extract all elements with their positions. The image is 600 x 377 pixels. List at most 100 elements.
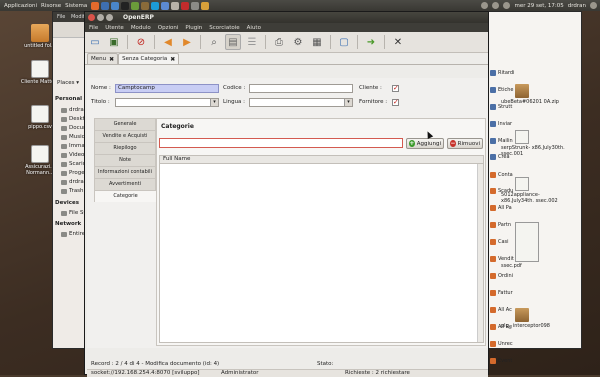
shortcut-item[interactable]: Conta xyxy=(490,172,513,178)
categorie-search-input[interactable] xyxy=(159,138,403,148)
shortcut-item[interactable]: Ordini xyxy=(490,273,513,279)
editor-icon[interactable] xyxy=(131,1,140,10)
tab-vendite-acquisti[interactable]: Vendite e Acquisti xyxy=(94,130,156,142)
menu-scorciatoie[interactable]: Scorciatoie xyxy=(209,25,239,31)
shortcut-item[interactable]: Mailin xyxy=(490,138,513,144)
minimize-window-icon[interactable] xyxy=(97,14,104,21)
network-icon[interactable] xyxy=(161,1,170,10)
chevron-down-icon[interactable]: ▾ xyxy=(344,99,352,106)
fornitore-checkbox[interactable]: ✓ xyxy=(392,99,399,106)
print-icon[interactable]: ⎙ xyxy=(271,34,287,50)
open-icon[interactable]: ▢ xyxy=(336,34,352,50)
place-item[interactable]: File Sy xyxy=(61,210,87,216)
place-item[interactable]: Proge xyxy=(61,170,85,176)
fm-menu-file[interactable]: File xyxy=(57,14,65,20)
tab-menu[interactable]: Menu ✖ xyxy=(87,53,119,64)
titolo-select[interactable]: ▾ xyxy=(115,98,219,107)
delete-icon[interactable]: ⊘ xyxy=(133,34,149,50)
menu-opzioni[interactable]: Opzioni xyxy=(158,25,179,31)
place-item[interactable]: Trash xyxy=(61,188,84,194)
network-status-icon[interactable] xyxy=(481,2,489,9)
tab-riepilogo[interactable]: Riepilogo xyxy=(94,142,156,154)
menu-aiuto[interactable]: Aiuto xyxy=(247,25,261,31)
next-icon[interactable]: ▶ xyxy=(179,34,195,50)
panel-menu-risorse[interactable]: Risorse xyxy=(41,3,61,9)
place-item[interactable]: Video xyxy=(61,152,84,158)
attach-icon[interactable]: ⚙ xyxy=(290,34,306,50)
menu-file[interactable]: File xyxy=(89,25,98,31)
places-button[interactable]: Places ▾ xyxy=(57,80,79,86)
reload-icon[interactable]: ➜ xyxy=(363,34,379,50)
ubuntu-one-icon[interactable] xyxy=(181,1,190,10)
mail-indicator-icon[interactable] xyxy=(503,2,511,9)
maximize-window-icon[interactable] xyxy=(106,14,113,21)
place-item[interactable]: Music xyxy=(61,134,85,140)
save-icon[interactable]: ▣ xyxy=(106,34,122,50)
close-tab-icon[interactable]: ✖ xyxy=(109,56,114,63)
menu-utente[interactable]: Utente xyxy=(105,25,124,31)
shortcut-item[interactable]: Vendit xyxy=(490,256,514,262)
tab-generale[interactable]: Generale xyxy=(94,118,156,130)
file-manager-right-window[interactable]: ubeBeta#06201 0A.zip serpStrunk- x86.Jul… xyxy=(488,11,582,349)
shortcut-item[interactable]: Etiche xyxy=(490,87,514,93)
place-item[interactable]: Entire xyxy=(61,231,85,237)
categorie-grid[interactable]: Full Name xyxy=(159,155,484,343)
shortcut-item[interactable]: Scadu xyxy=(490,188,513,194)
requests-status[interactable]: Richieste : 2 richiestare xyxy=(345,370,410,376)
shortcut-item[interactable]: All Pa xyxy=(490,205,512,211)
print-preview-icon[interactable]: ▦ xyxy=(309,34,325,50)
close-icon[interactable]: ✕ xyxy=(390,34,406,50)
panel-menu-applicazioni[interactable]: Applicazioni xyxy=(4,3,37,9)
chevron-down-icon[interactable]: ▾ xyxy=(210,99,218,106)
shortcut-item[interactable]: All Re xyxy=(490,324,512,330)
lingua-select[interactable]: ▾ xyxy=(249,98,353,107)
shortcut-item[interactable]: Event xyxy=(490,358,512,364)
aggiungi-button[interactable]: + Aggiungi xyxy=(406,138,444,149)
tab-informazioni-contabili[interactable]: Informazioni contabili xyxy=(94,166,156,178)
settings-icon[interactable] xyxy=(191,1,200,10)
form-view-icon[interactable]: ▤ xyxy=(225,34,241,50)
menu-modulo[interactable]: Modulo xyxy=(131,25,151,31)
volume-icon[interactable] xyxy=(492,2,500,9)
browser-icon[interactable] xyxy=(91,1,100,10)
clipboard-icon[interactable] xyxy=(201,1,210,10)
tab-avvertimenti[interactable]: Avvertimenti xyxy=(94,178,156,190)
chat-icon[interactable] xyxy=(151,1,160,10)
place-item[interactable]: Imma xyxy=(61,143,85,149)
help-icon[interactable] xyxy=(111,1,120,10)
previous-icon[interactable]: ◀ xyxy=(160,34,176,50)
place-item[interactable]: Scaric xyxy=(61,161,86,167)
rimuovi-button[interactable]: − Rimuovi xyxy=(447,138,483,149)
close-window-icon[interactable] xyxy=(88,14,95,21)
shortcut-item[interactable]: Crea xyxy=(490,154,510,160)
shortcut-item[interactable]: Inviar xyxy=(490,121,512,127)
shortcut-item[interactable]: Fattur xyxy=(490,290,513,296)
terminal-icon[interactable] xyxy=(121,1,130,10)
tab-categorie[interactable]: Categorie xyxy=(94,190,156,202)
shortcut-item[interactable]: Ritardi xyxy=(490,70,514,76)
screenshot-icon[interactable] xyxy=(171,1,180,10)
window-titlebar[interactable]: OpenERP xyxy=(85,12,488,23)
column-header-full-name[interactable]: Full Name xyxy=(160,156,483,164)
panel-menu-sistema[interactable]: Sistema xyxy=(65,3,87,9)
list-view-icon[interactable]: ☰ xyxy=(244,34,260,50)
shortcut-item[interactable]: Casi xyxy=(490,239,509,245)
grid-scrollbar[interactable] xyxy=(477,164,483,342)
cliente-checkbox[interactable]: ✓ xyxy=(392,85,399,92)
gimp-icon[interactable] xyxy=(141,1,150,10)
shortcut-item[interactable]: Strutt xyxy=(490,104,512,110)
panel-user[interactable]: drdran xyxy=(568,3,586,9)
shortcut-item[interactable]: Partn xyxy=(490,222,511,228)
nome-field[interactable]: Camptocamp xyxy=(115,84,219,93)
tab-senza-categoria[interactable]: Senza Categoria ✖ xyxy=(118,53,180,64)
menu-plugin[interactable]: Plugin xyxy=(185,25,202,31)
close-tab-icon[interactable]: ✖ xyxy=(170,56,175,63)
shortcut-item[interactable]: All Ac xyxy=(490,307,512,313)
power-icon[interactable] xyxy=(590,2,597,9)
new-icon[interactable]: ▭ xyxy=(87,34,103,50)
place-item[interactable]: Deskt xyxy=(61,116,85,122)
shortcut-item[interactable]: Unrec xyxy=(490,341,513,347)
panel-clock[interactable]: mer 29 set, 17:05 xyxy=(514,3,563,9)
find-icon[interactable]: ⌕ xyxy=(206,34,222,50)
tab-note[interactable]: Note xyxy=(94,154,156,166)
